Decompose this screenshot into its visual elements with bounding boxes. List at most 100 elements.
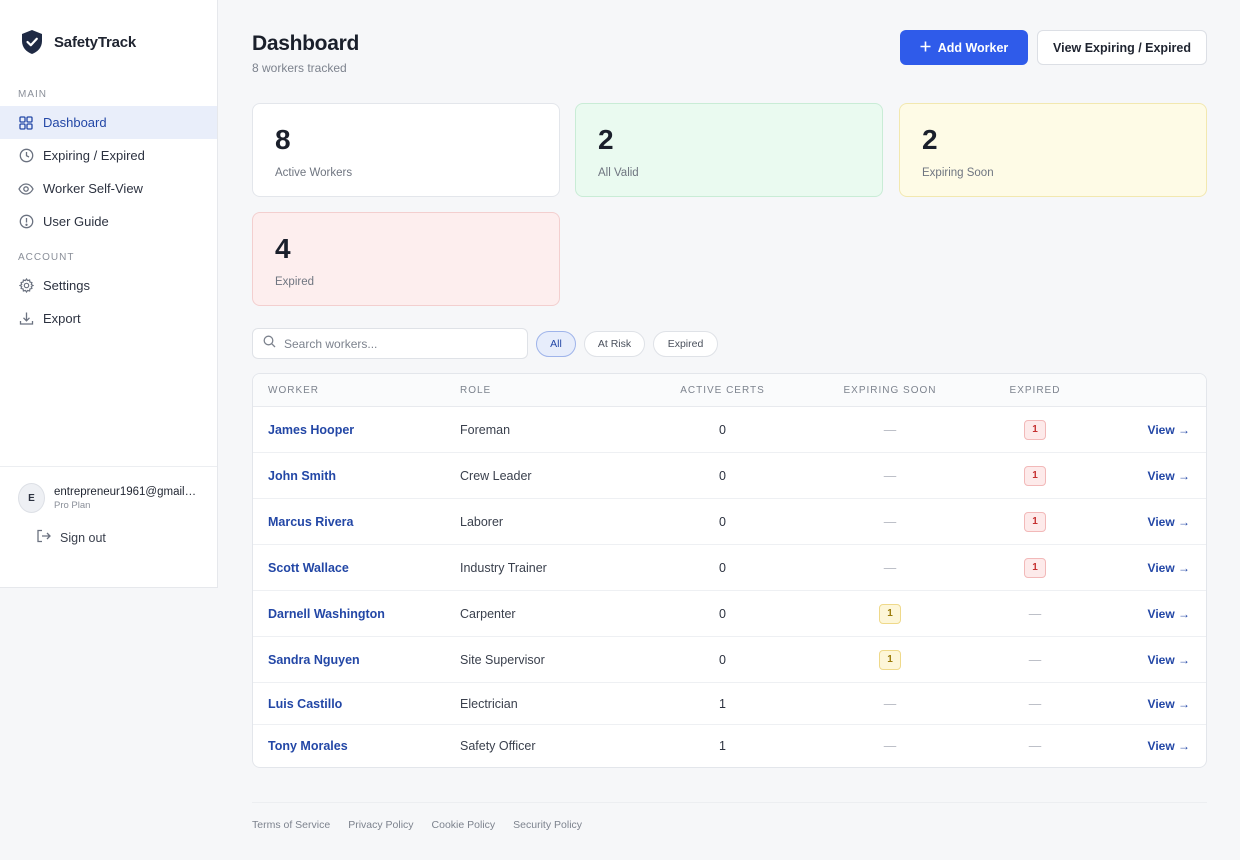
footer-link-privacy[interactable]: Privacy Policy — [348, 819, 413, 831]
sidebar-item-worker-self-view[interactable]: Worker Self-View — [0, 172, 217, 205]
worker-role: Safety Officer — [460, 739, 536, 753]
table-row[interactable]: Tony Morales Safety Officer 1 — — View → — [253, 725, 1206, 767]
cell-expiring-soon: — — [810, 697, 970, 711]
worker-role: Carpenter — [460, 606, 516, 621]
stat-label: All Valid — [598, 167, 639, 179]
stat-label: Expired — [275, 276, 314, 288]
search-box — [252, 328, 528, 359]
table-row[interactable]: Marcus Rivera Laborer 0 — 1 View → — [253, 499, 1206, 545]
sidebar-item-export[interactable]: Export — [0, 302, 217, 335]
worker-name-link[interactable]: Luis Castillo — [268, 697, 342, 711]
table-body: James Hooper Foreman 0 — 1 View → John Smith Cr… — [253, 407, 1206, 767]
worker-name-link[interactable]: James Hooper — [268, 423, 354, 437]
column-header-expired[interactable]: EXPIRED — [970, 385, 1100, 396]
signout-label: Sign out — [60, 530, 106, 545]
stat-value: 4 — [275, 233, 291, 264]
cell-worker: Sandra Nguyen — [253, 653, 460, 667]
empty-dash: — — [883, 696, 897, 711]
cell-action: View → — [1100, 469, 1206, 483]
expiring-soon-badge: 1 — [879, 649, 901, 670]
cell-worker: Luis Castillo — [253, 697, 460, 711]
worker-name-link[interactable]: Darnell Washington — [268, 607, 385, 621]
cell-action: View → — [1100, 739, 1206, 753]
view-worker-link[interactable]: View → — [1148, 739, 1190, 753]
table-row[interactable]: Luis Castillo Electrician 1 — — View → — [253, 683, 1206, 725]
table-row[interactable]: John Smith Crew Leader 0 — 1 View → — [253, 453, 1206, 499]
active-certs-value: 0 — [719, 422, 726, 437]
table-header: WORKER ROLE ACTIVE CERTS EXPIRING SOON E… — [253, 374, 1206, 407]
view-worker-link[interactable]: View → — [1148, 515, 1190, 529]
sidebar-item-dashboard[interactable]: Dashboard — [0, 106, 217, 139]
worker-name-link[interactable]: Tony Morales — [268, 739, 348, 753]
brand[interactable]: SafetyTrack — [0, 0, 217, 64]
filter-expired[interactable]: Expired — [653, 331, 718, 357]
view-worker-link[interactable]: View → — [1148, 607, 1190, 621]
eye-icon — [18, 181, 34, 197]
active-certs-value: 0 — [719, 468, 726, 483]
footer-link-security[interactable]: Security Policy — [513, 819, 582, 831]
stat-value: 2 — [598, 124, 614, 155]
sidebar-item-settings[interactable]: Settings — [0, 269, 217, 302]
table-row[interactable]: Scott Wallace Industry Trainer 0 — 1 View → — [253, 545, 1206, 591]
expired-badge: 1 — [1024, 557, 1046, 578]
table-row[interactable]: Sandra Nguyen Site Supervisor 0 1 — View → — [253, 637, 1206, 683]
stat-value: 2 — [922, 124, 938, 155]
signout-button[interactable]: Sign out — [18, 529, 199, 546]
column-header-active-certs[interactable]: ACTIVE CERTS — [635, 385, 810, 396]
cell-worker: Darnell Washington — [253, 607, 460, 621]
footer-link-terms[interactable]: Terms of Service — [252, 819, 330, 831]
view-worker-link[interactable]: View → — [1148, 561, 1190, 575]
empty-dash: — — [883, 514, 897, 529]
nav-section-main: MAIN — [18, 89, 47, 100]
clock-icon — [18, 148, 34, 164]
worker-role: Industry Trainer — [460, 560, 547, 575]
cell-expired: 1 — [970, 557, 1100, 578]
cell-active-certs: 0 — [635, 561, 810, 575]
info-icon — [18, 214, 34, 230]
worker-name-link[interactable]: Marcus Rivera — [268, 515, 353, 529]
sidebar-item-user-guide[interactable]: User Guide — [0, 205, 217, 238]
column-header-role[interactable]: ROLE — [460, 385, 635, 396]
page-title: Dashboard — [252, 32, 359, 55]
brand-name: SafetyTrack — [54, 33, 137, 51]
cell-role: Electrician — [460, 697, 635, 711]
footer-link-cookie[interactable]: Cookie Policy — [432, 819, 496, 831]
cell-role: Safety Officer — [460, 739, 635, 753]
avatar: E — [18, 483, 45, 513]
expiring-soon-badge: 1 — [879, 603, 901, 624]
view-worker-link[interactable]: View → — [1148, 423, 1190, 437]
cell-expiring-soon: 1 — [810, 649, 970, 670]
view-worker-link[interactable]: View → — [1148, 697, 1190, 711]
worker-name-link[interactable]: Sandra Nguyen — [268, 653, 360, 667]
table-row[interactable]: James Hooper Foreman 0 — 1 View → — [253, 407, 1206, 453]
column-header-worker[interactable]: WORKER — [253, 385, 460, 396]
filter-at-risk[interactable]: At Risk — [584, 331, 645, 357]
stat-card-expiring: 2 Expiring Soon — [899, 103, 1207, 197]
worker-name-link[interactable]: John Smith — [268, 469, 336, 483]
view-worker-link[interactable]: View → — [1148, 653, 1190, 667]
add-worker-button[interactable]: Add Worker — [900, 30, 1028, 65]
cell-role: Laborer — [460, 515, 635, 529]
empty-dash: — — [883, 739, 897, 753]
table-row[interactable]: Darnell Washington Carpenter 0 1 — View → — [253, 591, 1206, 637]
expired-badge: 1 — [1024, 465, 1046, 486]
worker-name-link[interactable]: Scott Wallace — [268, 561, 349, 575]
sidebar-item-expiring[interactable]: Expiring / Expired — [0, 139, 217, 172]
search-input[interactable] — [284, 336, 514, 351]
cell-expired: — — [970, 739, 1100, 753]
worker-role: Electrician — [460, 696, 518, 711]
active-certs-value: 0 — [719, 514, 726, 529]
view-worker-link[interactable]: View → — [1148, 469, 1190, 483]
filter-all[interactable]: All — [536, 331, 576, 357]
view-expiring-button[interactable]: View Expiring / Expired — [1037, 30, 1207, 65]
sidebar-item-label: Settings — [43, 278, 90, 293]
cell-role: Foreman — [460, 423, 635, 437]
page-subtitle: 8 workers tracked — [252, 61, 347, 75]
user-profile[interactable]: E entrepreneur1961@gmail.com Pro Plan — [18, 483, 199, 513]
column-header-expiring-soon[interactable]: EXPIRING SOON — [810, 385, 970, 396]
active-certs-value: 0 — [719, 606, 726, 621]
cell-expiring-soon: 1 — [810, 603, 970, 624]
cell-expired: — — [970, 607, 1100, 621]
sidebar-item-label: Worker Self-View — [43, 181, 143, 196]
sidebar-item-label: Expiring / Expired — [43, 148, 145, 163]
